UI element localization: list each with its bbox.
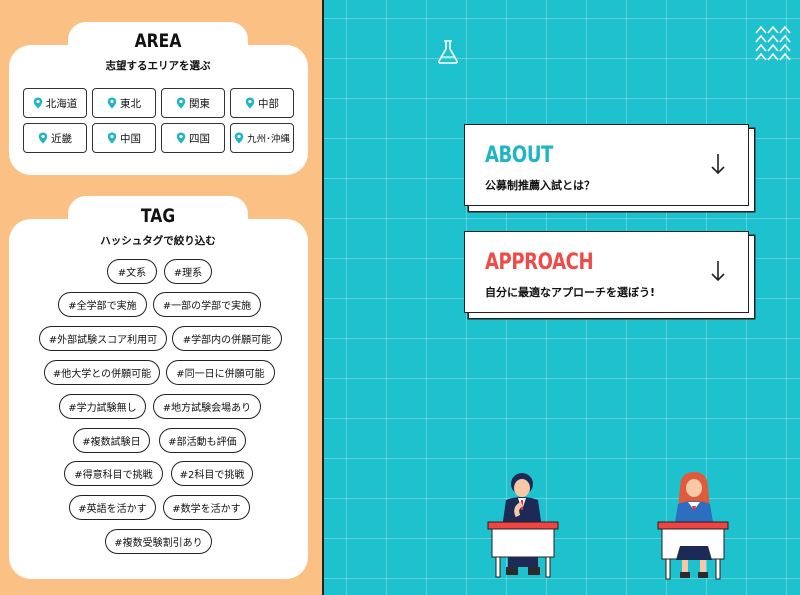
area-label: 関東: [189, 97, 210, 110]
area-button-shikoku[interactable]: 四国: [161, 123, 225, 153]
tag-button[interactable]: #理系: [164, 259, 212, 284]
tag-button[interactable]: #複数試験日: [73, 428, 150, 453]
area-label: 近畿: [51, 132, 72, 145]
tag-button[interactable]: #同一日に併願可能: [166, 360, 275, 385]
map-pin-icon: [245, 97, 255, 109]
area-button-chugoku[interactable]: 中国: [92, 123, 156, 153]
map-pin-icon: [107, 132, 117, 144]
map-pin-icon: [107, 97, 117, 109]
tag-button[interactable]: #得意科目で挑戦: [64, 461, 163, 486]
tag-button[interactable]: #数学を活かす: [163, 495, 250, 520]
student-girl-illustration: [657, 472, 729, 580]
tag-button[interactable]: #他大学との併願可能: [44, 360, 160, 385]
flask-icon: [437, 40, 459, 64]
arrow-down-icon: [711, 154, 725, 175]
about-card[interactable]: ABOUT 公募制推薦入試とは？: [464, 124, 749, 206]
area-label: 九州･沖縄: [247, 134, 290, 145]
tag-button[interactable]: #学部内の併願可能: [172, 326, 282, 351]
tag-button[interactable]: #2科目で挑戦: [171, 461, 253, 486]
area-button-tohoku[interactable]: 東北: [92, 88, 156, 118]
tag-button[interactable]: #地方試験会場あり: [153, 394, 261, 419]
tag-button[interactable]: #全学部で実施: [58, 292, 147, 317]
tag-subtitle: ハッシュタグで絞り込む: [100, 235, 216, 247]
area-label: 北海道: [45, 97, 78, 110]
about-title: ABOUT: [485, 143, 553, 168]
approach-card[interactable]: APPROACH 自分に最適なアプローチを選ぼう!: [464, 231, 749, 313]
area-label: 中部: [258, 97, 279, 110]
map-pin-icon: [33, 97, 42, 109]
area-button-kinki[interactable]: 近畿: [23, 123, 87, 153]
area-label: 中国: [120, 132, 141, 145]
tag-button[interactable]: #外部試験スコア利用可: [39, 326, 167, 351]
map-pin-icon: [176, 132, 186, 144]
arrow-down-icon: [711, 261, 725, 282]
area-button-hokkaido[interactable]: 北海道: [23, 88, 87, 118]
area-grid: 北海道 東北 関東 中部 近畿 中国 四国 九州･沖縄: [23, 88, 295, 153]
area-button-kyushu-okinawa[interactable]: 九州･沖縄: [230, 123, 294, 153]
map-pin-icon: [176, 97, 186, 109]
map-pin-icon: [234, 132, 244, 144]
area-button-kanto[interactable]: 関東: [161, 88, 225, 118]
area-title: AREA: [134, 30, 182, 52]
approach-subtitle: 自分に最適なアプローチを選ぼう!: [485, 286, 656, 299]
tag-button[interactable]: #学力試験無し: [59, 394, 146, 419]
tag-button[interactable]: #複数受験割引あり: [105, 529, 212, 554]
filter-panel: AREA 志望するエリアを選ぶ 北海道 東北 関東 中部 近畿 中国 四国 九州…: [0, 0, 322, 595]
area-subtitle: 志望するエリアを選ぶ: [105, 60, 211, 72]
area-label: 四国: [189, 132, 210, 145]
about-subtitle: 公募制推薦入試とは？: [485, 179, 595, 192]
tag-button[interactable]: #部活動も評価: [159, 428, 246, 453]
approach-title: APPROACH: [485, 250, 594, 275]
tag-button[interactable]: #一部の学部で実施: [153, 292, 261, 317]
tag-button[interactable]: #英語を活かす: [69, 495, 156, 520]
tag-title: TAG: [140, 205, 176, 227]
area-button-chubu[interactable]: 中部: [230, 88, 294, 118]
content-panel: ABOUT 公募制推薦入試とは？ APPROACH 自分に最適なアプローチを選ぼ…: [324, 0, 800, 595]
map-pin-icon: [38, 132, 48, 144]
tag-button[interactable]: #文系: [107, 259, 157, 284]
chevron-pattern-icon: [755, 25, 791, 61]
area-label: 東北: [120, 97, 141, 110]
student-boy-illustration: [487, 473, 559, 578]
